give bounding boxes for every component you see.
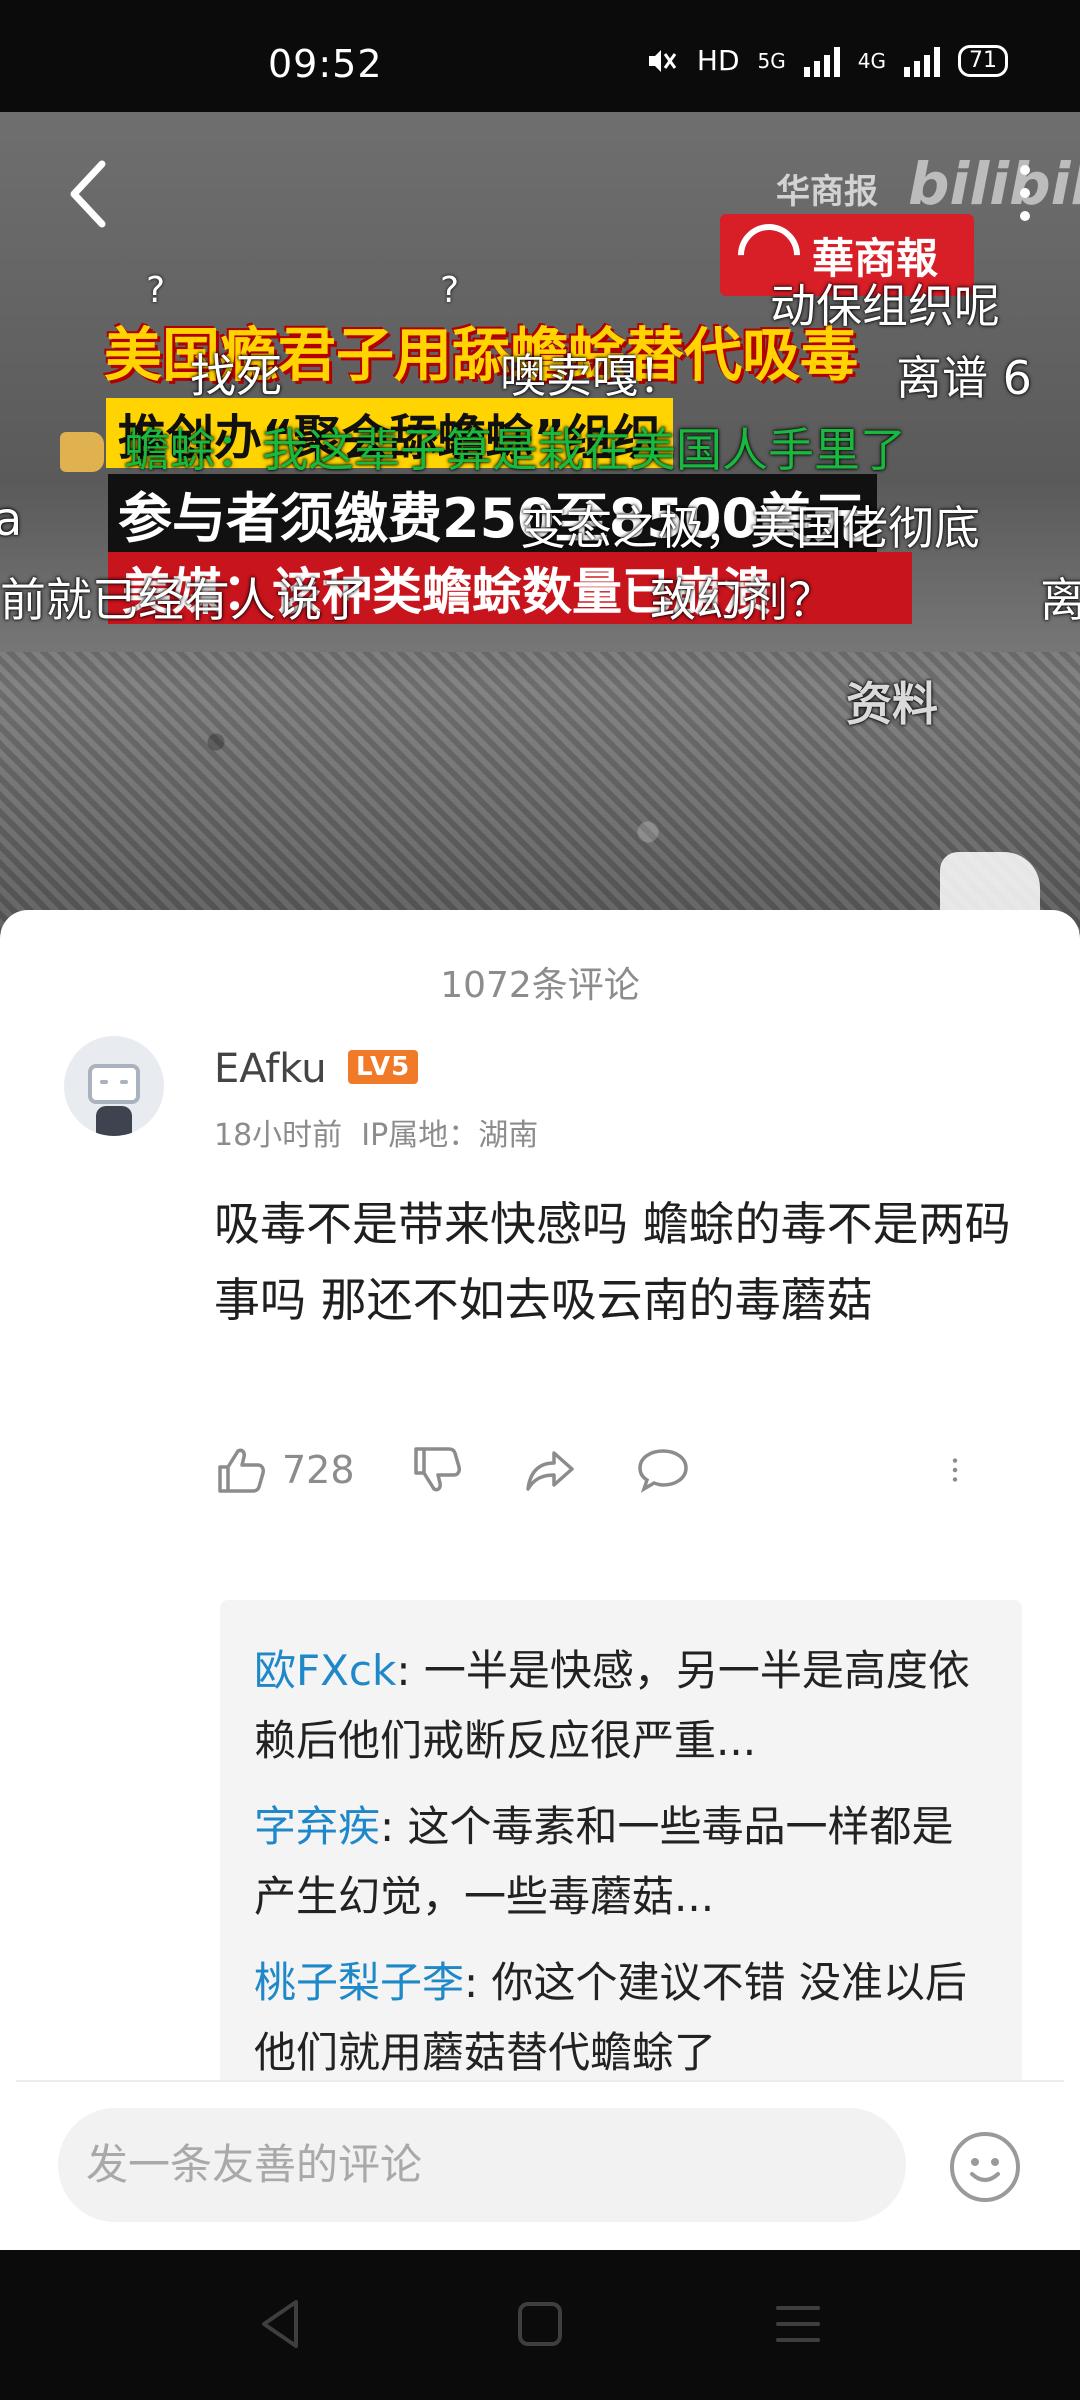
system-nav-bar bbox=[0, 2250, 1080, 2400]
more-vertical-icon bbox=[952, 1458, 958, 1482]
like-count: 728 bbox=[282, 1448, 355, 1492]
level-badge: LV5 bbox=[348, 1050, 419, 1084]
back-arrow-icon[interactable] bbox=[58, 154, 118, 234]
danmaku-comment: 前就已经有人说了 bbox=[0, 573, 368, 627]
danmaku-comment: a bbox=[0, 492, 23, 546]
danmaku-comment: 离 bbox=[1040, 573, 1080, 627]
thumb-down-icon bbox=[414, 1447, 461, 1492]
question-mark: ? bbox=[146, 270, 166, 311]
danmaku-comment: 变态之极，美国佬彻底 bbox=[520, 501, 980, 555]
share-button[interactable] bbox=[524, 1440, 578, 1500]
danmaku-comment: 致幻剂？ bbox=[650, 573, 834, 627]
reply-preview[interactable]: 欧FXck: 一半是快感，另一半是高度依赖后他们戒断反应很严重... 字弃疾: … bbox=[220, 1600, 1022, 2100]
like-button[interactable]: 728 bbox=[214, 1440, 355, 1500]
avatar[interactable] bbox=[64, 1036, 164, 1136]
video-player[interactable]: 华商报 bilibili 華商報 ? ? 美国瘾君子用舔蟾蜍替代吸毒 推创办“聚… bbox=[0, 112, 1080, 932]
reply-username[interactable]: 欧FXck bbox=[254, 1646, 396, 1695]
5g-label: 5G bbox=[757, 48, 786, 73]
mute-icon bbox=[648, 49, 677, 72]
reply-username[interactable]: 桃子梨子李 bbox=[254, 1958, 464, 2007]
question-mark: ? bbox=[440, 270, 460, 311]
nav-back-icon[interactable] bbox=[252, 2294, 312, 2354]
more-options-icon[interactable] bbox=[1010, 158, 1040, 228]
danmaku-comment: 动保组织呢 bbox=[770, 279, 1000, 333]
floating-like-icon bbox=[60, 432, 104, 472]
status-bar: 09:52 HD 5G 4G 71 bbox=[0, 0, 1080, 112]
tv-icon bbox=[88, 1064, 140, 1104]
comment-text: 吸毒不是带来快感吗 蟾蜍的毒不是两码事吗 那还不如去吸云南的毒蘑菇 bbox=[214, 1197, 1011, 1327]
reply-item[interactable]: 欧FXck: 一半是快感，另一半是高度依赖后他们戒断反应很严重... bbox=[254, 1636, 988, 1776]
comment-input[interactable]: 发一条友善的评论 bbox=[58, 2108, 906, 2222]
danmaku-comment: 离谱 6 bbox=[896, 351, 1032, 405]
nav-menu-icon[interactable] bbox=[768, 2294, 828, 2354]
battery-indicator: 71 bbox=[958, 44, 1008, 77]
reply-username[interactable]: 字弃疾 bbox=[254, 1802, 380, 1851]
reply-button[interactable] bbox=[636, 1440, 690, 1500]
share-icon bbox=[526, 1451, 574, 1491]
danmaku-comment: 噢卖嘎！ bbox=[500, 349, 684, 403]
username[interactable]: EAfku bbox=[214, 1046, 327, 1092]
signal-5g-icon bbox=[803, 45, 840, 77]
dislike-button[interactable] bbox=[410, 1440, 464, 1500]
comment-actions: 728 bbox=[214, 1440, 994, 1510]
clock: 09:52 bbox=[268, 42, 383, 86]
danmaku-comment: 蟾蜍：我这辈子算是栽在美国人手里了 bbox=[124, 423, 906, 477]
comment-time: 18小时前 bbox=[214, 1118, 343, 1153]
comment-count: 1072条评论 bbox=[440, 965, 640, 1006]
avatar-body bbox=[96, 1106, 132, 1136]
reply-item[interactable]: 字弃疾: 这个毒素和一些毒品一样都是产生幻觉，一些毒蘑菇... bbox=[254, 1792, 988, 1932]
watermark-text: 华商报 bbox=[776, 172, 878, 212]
bilibili-logo: bilibili bbox=[908, 150, 1080, 218]
nav-home-icon[interactable] bbox=[510, 2294, 570, 2354]
comment-bubble-icon bbox=[638, 1449, 688, 1493]
thumb-up-icon bbox=[218, 1448, 265, 1493]
comment-meta: 18小时前 IP属地：湖南 bbox=[214, 1110, 538, 1154]
signal-4g-icon bbox=[904, 45, 940, 77]
reply-item[interactable]: 桃子梨子李: 你这个建议不错 没准以后他们就用蘑菇替代蟾蜍了 bbox=[254, 1948, 988, 2088]
4g-label: 4G bbox=[857, 48, 886, 73]
side-label: 资料 bbox=[846, 677, 938, 731]
comment-input-bar: 发一条友善的评论 bbox=[0, 2082, 1080, 2250]
emoji-icon[interactable] bbox=[948, 2130, 1022, 2204]
danmaku-comment: 找死 bbox=[190, 349, 282, 403]
comment-more-button[interactable] bbox=[940, 1440, 970, 1500]
hd-indicator: HD bbox=[696, 44, 740, 77]
ip-location: IP属地：湖南 bbox=[361, 1118, 539, 1153]
comments-sheet: 1072条评论 EAfku LV5 18小时前 IP属地：湖南 吸毒不是带来快感… bbox=[0, 910, 1080, 2250]
status-icons: HD 5G 4G 71 bbox=[639, 44, 1008, 77]
